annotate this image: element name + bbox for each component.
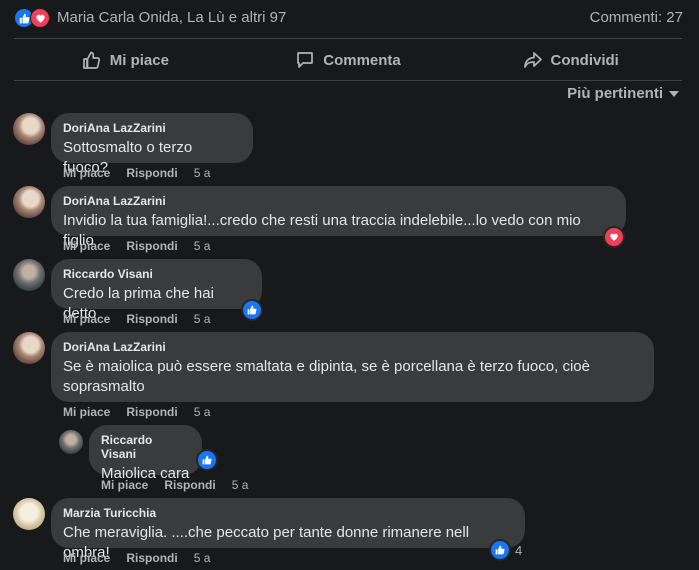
comment-author[interactable]: Riccardo Visani [63, 267, 250, 281]
comment-meta: Mi piace Rispondi 5 a [101, 478, 248, 492]
comment-time[interactable]: 5 a [194, 239, 211, 253]
comment-bubble: DoriAna LazZarini Sottosmalto o terzo fu… [51, 113, 253, 176]
reaction-badge[interactable] [241, 299, 263, 321]
comment-like-link[interactable]: Mi piace [63, 405, 110, 419]
comment-like-link[interactable]: Mi piace [63, 239, 110, 253]
comment-author[interactable]: Marzia Turicchia [63, 506, 513, 520]
share-label: Condividi [550, 51, 619, 69]
reaction-icons[interactable] [14, 8, 54, 28]
comment-bubble: Marzia Turicchia Che meraviglia. ....che… [51, 498, 525, 561]
comment-sort-dropdown[interactable]: Più pertinenti [567, 85, 679, 102]
comment-author[interactable]: DoriAna LazZarini [63, 121, 241, 135]
reactions-summary[interactable]: Maria Carla Onida, La Lù e altri 97 Comm… [0, 0, 699, 38]
avatar[interactable] [13, 259, 45, 291]
like-icon [202, 455, 212, 465]
comment-time[interactable]: 5 a [194, 551, 211, 565]
comments-count[interactable]: Commenti: 27 [590, 9, 683, 26]
comment-reply-link[interactable]: Rispondi [126, 551, 177, 565]
reaction-badge[interactable] [196, 449, 218, 471]
comment-time[interactable]: 5 a [194, 405, 211, 419]
comment-author[interactable]: DoriAna LazZarini [63, 340, 642, 354]
comment-meta: Mi piace Rispondi 5 a [63, 551, 210, 565]
love-icon [610, 233, 618, 241]
comment-time[interactable]: 5 a [232, 478, 249, 492]
share-button[interactable]: Condividi [459, 42, 682, 78]
like-label: Mi piace [109, 51, 169, 69]
comment-reply-link[interactable]: Rispondi [126, 405, 177, 419]
love-icon [30, 8, 50, 28]
comment-reply-link[interactable]: Rispondi [126, 239, 177, 253]
comment-reply-link[interactable]: Rispondi [126, 312, 177, 326]
sort-label: Più pertinenti [567, 85, 663, 102]
like-icon [247, 305, 257, 315]
avatar[interactable] [13, 498, 45, 530]
divider [14, 38, 682, 39]
reaction-count: 4 [515, 542, 523, 558]
comment-time[interactable]: 5 a [194, 166, 211, 180]
share-icon [523, 52, 542, 68]
comment-meta: Mi piace Rispondi 5 a [63, 405, 210, 419]
comment-author[interactable]: DoriAna LazZarini [63, 194, 614, 208]
reply-bubble: Riccardo Visani Maiolica cara [89, 425, 202, 482]
thumb-up-icon [82, 51, 100, 69]
comment-button[interactable]: Commenta [237, 42, 460, 78]
comment-like-link[interactable]: Mi piace [63, 551, 110, 565]
reaction-badge[interactable] [603, 226, 625, 248]
divider [14, 80, 682, 81]
like-button[interactable]: Mi piace [14, 42, 237, 78]
comment-meta: Mi piace Rispondi 5 a [63, 312, 210, 326]
reaction-badge[interactable]: 4 [489, 539, 522, 561]
comment-bubble: Riccardo Visani Credo la prima che hai d… [51, 259, 262, 322]
comment-meta: Mi piace Rispondi 5 a [63, 166, 210, 180]
comment-reply-link[interactable]: Rispondi [164, 478, 215, 492]
like-icon [489, 539, 511, 561]
avatar[interactable] [13, 113, 45, 145]
reactors-names[interactable]: Maria Carla Onida, La Lù e altri 97 [57, 9, 286, 26]
comment-label: Commenta [323, 51, 401, 69]
comment-like-link[interactable]: Mi piace [63, 312, 110, 326]
comment-bubble: DoriAna LazZarini Invidio la tua famigli… [51, 186, 626, 249]
comment-like-link[interactable]: Mi piace [63, 166, 110, 180]
comment-text: Se è maiolica può essere smaltata e dipi… [63, 358, 590, 395]
comment-meta: Mi piace Rispondi 5 a [63, 239, 210, 253]
comment-bubble: DoriAna LazZarini Se è maiolica può esse… [51, 332, 654, 402]
caret-down-icon [669, 90, 679, 97]
comment-icon [297, 52, 314, 68]
avatar[interactable] [13, 332, 45, 364]
post-actions: Mi piace Commenta Condividi [14, 42, 682, 78]
comment-like-link[interactable]: Mi piace [101, 478, 148, 492]
comment-reply-link[interactable]: Rispondi [126, 166, 177, 180]
comment-time[interactable]: 5 a [194, 312, 211, 326]
comment-author[interactable]: Riccardo Visani [101, 433, 190, 461]
avatar[interactable] [13, 186, 45, 218]
avatar[interactable] [59, 430, 83, 454]
